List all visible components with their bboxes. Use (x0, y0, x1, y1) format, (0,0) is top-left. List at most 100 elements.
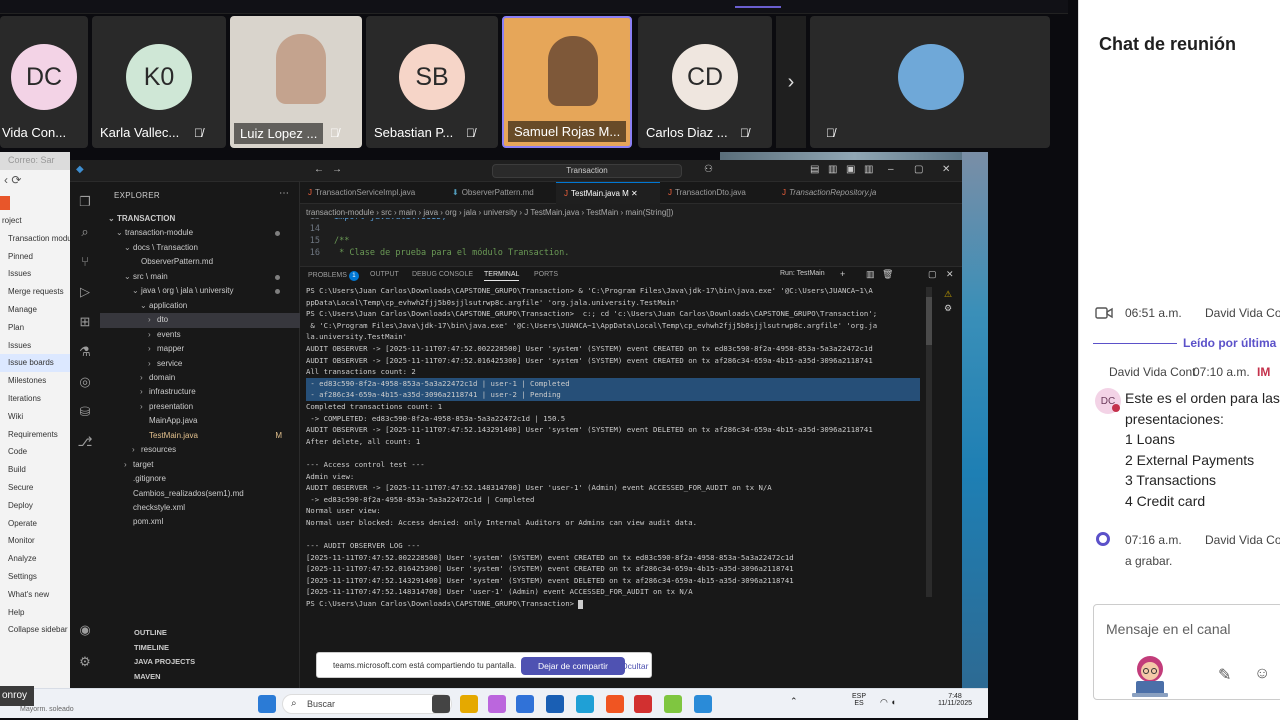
close-panel-icon[interactable]: ✕ (946, 269, 954, 280)
sidebar-item[interactable]: Collapse sidebar (0, 621, 70, 639)
more-actions-icon[interactable]: ⋯ (279, 188, 289, 199)
teams-icon[interactable] (516, 695, 534, 713)
participant-tile[interactable]: DC Vida Con... (0, 16, 88, 148)
account-icon[interactable]: ◉ (77, 622, 93, 638)
browser-nav-buttons[interactable]: ‹ ⟳ (0, 170, 70, 192)
sidebar-item[interactable]: Deploy (0, 497, 70, 515)
tree-item[interactable]: ⌄ docs \ Transaction (100, 241, 300, 255)
message-compose-box[interactable]: Mensaje en el canal ✎ ☺ (1093, 604, 1280, 700)
terminal-output[interactable]: PS C:\Users\Juan Carlos\Downloads\CAPSTO… (306, 285, 932, 615)
sidebar-item[interactable]: Analyze (0, 550, 70, 568)
explorer-section-java-projects[interactable]: JAVA PROJECTS (100, 655, 300, 669)
database-icon[interactable]: ⛁ (77, 404, 93, 420)
close-tab-icon[interactable]: ✕ (629, 189, 638, 198)
sidebar-item[interactable]: Merge requests (0, 283, 70, 301)
command-center-search[interactable]: Transaction (492, 164, 682, 178)
run-terminal-label[interactable]: Run: TestMain (780, 270, 825, 277)
extensions-icon[interactable]: ⊞ (77, 314, 93, 330)
start-icon[interactable] (258, 695, 276, 713)
close-window-icon[interactable]: ✕ (942, 164, 950, 175)
tree-item[interactable]: › events (100, 328, 300, 342)
tree-item[interactable]: ⌄ TRANSACTION (100, 212, 300, 226)
hide-share-bar-button[interactable]: Ocultar (621, 661, 648, 671)
tree-item[interactable]: ⌄ application (100, 299, 300, 313)
browser-tab[interactable]: Correo: Sar (0, 152, 70, 170)
testing-icon[interactable]: ⚗ (77, 344, 93, 360)
toggle-sidebar-icon[interactable]: ▥ (828, 164, 837, 175)
emoji-icon[interactable]: ☺ (1254, 665, 1270, 683)
split-terminal-icon[interactable]: ▥ (866, 269, 875, 280)
toggle-panel-icon[interactable]: ▣ (846, 164, 855, 175)
terminal-settings-icon[interactable]: ⚙ (944, 303, 952, 314)
editor-tab[interactable]: J TestMain.java M ✕ (556, 182, 660, 204)
explorer-icon[interactable]: ❐ (77, 194, 93, 210)
chevron-right-icon[interactable]: › (776, 16, 806, 148)
settings-gear-icon[interactable]: ⚙ (77, 654, 93, 670)
sidebar-item[interactable]: Code (0, 443, 70, 461)
breadcrumb[interactable]: transaction-module › src › main › java ›… (306, 208, 673, 217)
new-terminal-icon[interactable]: + (840, 269, 845, 279)
wifi-icon[interactable]: ◠ ◖ (880, 697, 896, 708)
sidebar-item[interactable]: Settings (0, 568, 70, 586)
vscode-taskbar-icon[interactable] (694, 695, 712, 713)
participant-tile[interactable]: Samuel Rojas M... (502, 16, 632, 148)
participant-tile[interactable]: K0 Karla Vallec... 🎙̸ (92, 16, 226, 148)
taskbar-search[interactable]: Buscar (282, 694, 452, 714)
panel-tab-terminal[interactable]: TERMINAL (484, 271, 520, 281)
tree-item[interactable]: pom.xml (100, 515, 300, 529)
tree-item[interactable]: › target (100, 458, 300, 472)
run-debug-icon[interactable]: ▷ (77, 284, 93, 300)
opera-icon[interactable] (634, 695, 652, 713)
sidebar-item[interactable]: Issues (0, 337, 70, 355)
task-view-icon[interactable] (432, 695, 450, 713)
stop-sharing-button[interactable]: Dejar de compartir (521, 657, 625, 675)
tree-item[interactable]: › domain (100, 371, 300, 385)
copilot-icon[interactable]: ⚇ (704, 164, 713, 175)
editor-tab[interactable]: J TransactionRepository.ja (774, 182, 894, 204)
editor-tab[interactable]: J TransactionServiceImpl.java (300, 182, 444, 204)
sidebar-item[interactable]: Operate (0, 515, 70, 533)
tree-item[interactable]: ⌄ transaction-module (100, 226, 300, 240)
explorer-section-timeline[interactable]: TIMELINE (100, 641, 300, 655)
tree-item[interactable]: › resources (100, 443, 300, 457)
tray-overflow-icon[interactable]: ⌃ (790, 696, 798, 707)
maximize-panel-icon[interactable]: ▢ (928, 269, 937, 280)
sidebar-item[interactable]: Secure (0, 479, 70, 497)
explorer-section-outline[interactable]: OUTLINE (100, 626, 300, 640)
edge-icon[interactable] (576, 695, 594, 713)
sidebar-item[interactable]: Issue boards (0, 354, 70, 373)
code-view[interactable]: 13 import java.util.UUID; 14 15 /** 16 * Clas… (300, 218, 900, 262)
tree-item[interactable]: Cambios_realizados(sem1).md (100, 487, 300, 501)
participant-tile[interactable]: 🎙̸ (810, 16, 1050, 148)
sidebar-item[interactable]: Help (0, 604, 70, 622)
participant-tile[interactable]: SB Sebastian P... 🎙̸ (366, 16, 498, 148)
terminal-scrollbar[interactable] (926, 287, 932, 597)
tree-item[interactable]: › presentation (100, 400, 300, 414)
source-control-icon[interactable]: ⑂ (77, 254, 93, 270)
tree-item[interactable]: ⌄ java \ org \ jala \ university (100, 284, 300, 298)
tree-item[interactable]: › mapper (100, 342, 300, 356)
panel-tab-problems[interactable]: PROBLEMS 1 (308, 271, 359, 281)
sidebar-item[interactable]: roject (0, 212, 70, 230)
participant-tile[interactable]: CD Carlos Diaz ... 🎙̸ (638, 16, 772, 148)
tree-item[interactable]: › service (100, 357, 300, 371)
app2-icon[interactable] (664, 695, 682, 713)
language-indicator[interactable]: ESP ES (852, 693, 866, 707)
tree-item[interactable]: ⌄ src \ main (100, 270, 300, 284)
tree-item[interactable]: .gitignore (100, 472, 300, 486)
outlook-icon[interactable] (546, 695, 564, 713)
panel-tab-output[interactable]: OUTPUT (370, 271, 399, 278)
participant-tile[interactable]: Luiz Lopez ... 🎙̸ (230, 16, 362, 148)
tree-item[interactable]: › dto (100, 313, 300, 328)
sidebar-item[interactable]: Plan (0, 319, 70, 337)
format-icon[interactable]: ✎ (1218, 665, 1231, 685)
sidebar-item[interactable]: Transaction modu (0, 230, 70, 248)
sidebar-item[interactable]: What's new (0, 586, 70, 604)
sidebar-item[interactable]: Manage (0, 301, 70, 319)
sidebar-item[interactable]: Milestones (0, 372, 70, 390)
panel-tab-debug-console[interactable]: DEBUG CONSOLE (412, 271, 473, 278)
clock[interactable]: 7:48 11/11/2025 (936, 693, 974, 707)
sidebar-item[interactable]: Requirements (0, 426, 70, 444)
remote-icon[interactable]: ◎ (77, 374, 93, 390)
maximize-icon[interactable]: ▢ (914, 164, 923, 175)
